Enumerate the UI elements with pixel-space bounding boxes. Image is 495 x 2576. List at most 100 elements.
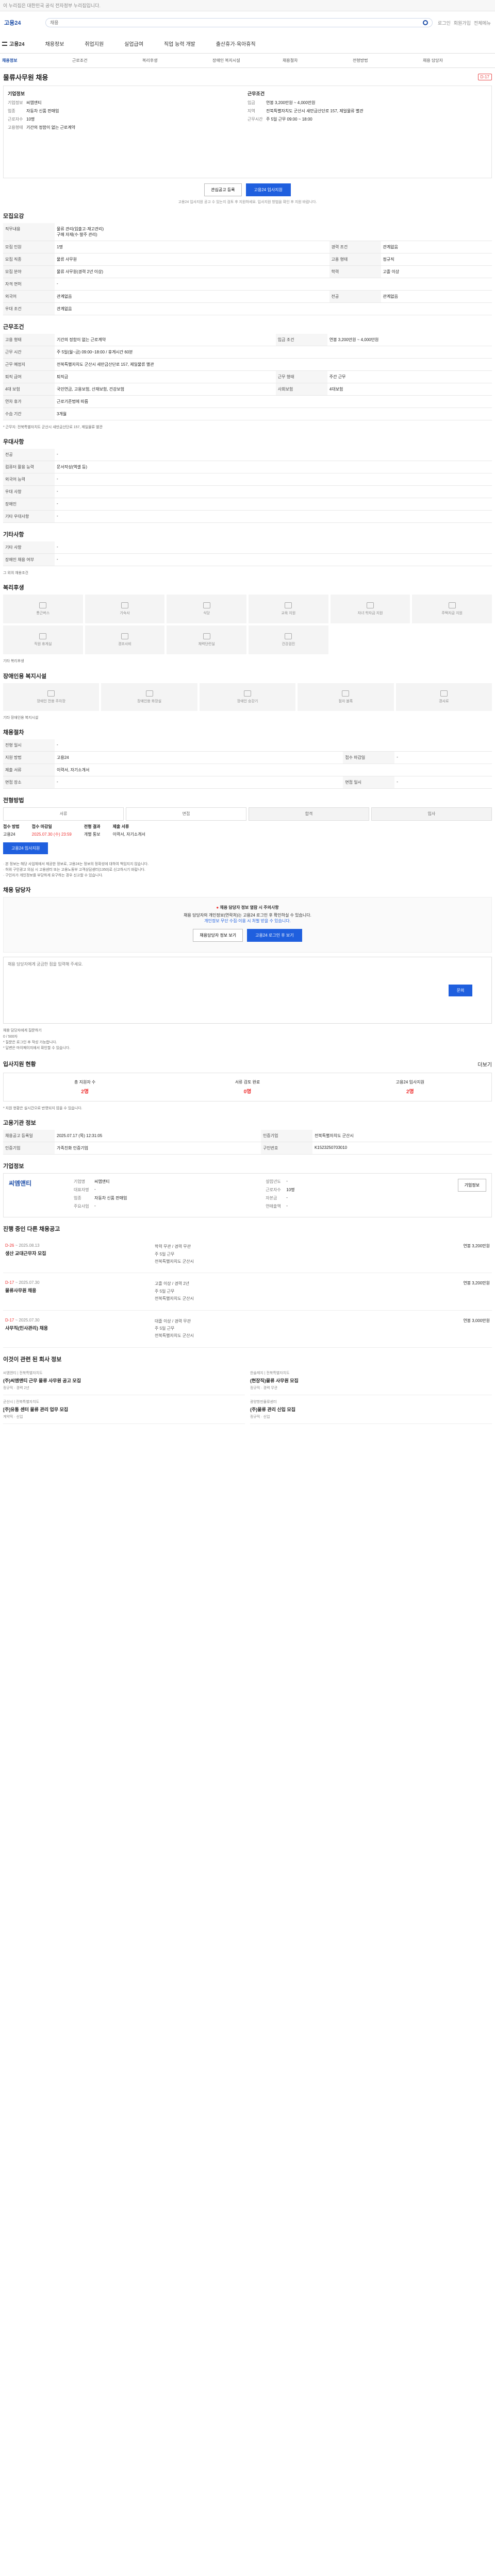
login-link[interactable]: 로그인 [438,20,451,26]
gnb-training[interactable]: 직업 능력 개발 [154,40,206,47]
pref-value: - [55,510,492,523]
apply-button-2[interactable]: 고용24 입사지원 [3,842,48,854]
menu-icon[interactable] [2,41,7,46]
question-send-button[interactable]: 문의 [448,984,473,996]
benefits-note: 기타 복리후생 [3,659,24,664]
tab-recruit[interactable]: 채용정보 [2,58,72,63]
job-title: 물류사무원 채용 [3,73,48,81]
disability-card: 장애인용 화장실 [101,683,197,711]
receipt-dates: 접수 방법 고용24 접수 마감일 2025.07.30 (수) 23:59 전형 … [3,824,492,837]
recruit-label: 모집 분야 [3,265,55,278]
tab-process[interactable]: 채용절차 [283,58,353,63]
disability-label: 경사로 [439,699,449,703]
gnb-leave[interactable]: 출산휴가·육아휴직 [206,40,266,47]
disability-label: 점자 블록 [338,699,353,703]
recruit-value: 관계없음 [55,290,329,303]
etc-row: 기타 사항 - [3,541,492,554]
question-input[interactable] [4,957,430,1024]
manager-info-button[interactable]: 채용담당자 정보 보기 [193,929,243,942]
proc-label: 면접 일시 [343,776,395,789]
benefit-card: 건강검진 [249,625,328,655]
gnb-support[interactable]: 취업지원 [74,40,114,47]
pref-label: 장애인 [3,498,55,511]
search-input[interactable] [50,20,420,25]
legal-bullets: · 본 정보는 해당 사업체에서 제공한 정보로, 고용24는 정보의 정확성에… [3,862,149,878]
proc-value: 이력서, 자기소개서 [55,764,492,776]
etc-value: - [55,541,492,554]
all-menu-link[interactable]: 전체메뉴 [474,20,491,26]
recruit-table: 직무내용 물류 관리(입출고·재고관리) 구매 자재(수·발주 관리) 모집 인원 1명… [3,223,492,315]
section-other-jobs: 진행 중인 다른 채용공고 [3,1226,60,1233]
search-icon[interactable] [422,20,428,25]
section-stats: 입사지원 현황 [3,1061,36,1068]
benefit-icon [39,633,47,640]
job-list-item[interactable]: D-17 ~ 2025.07.30 사무직(인사관리) 채용 대졸 이상 / 경력 … [3,1311,492,1348]
step-4: 입사 [371,807,492,821]
recruit-value: 정규직 [381,253,492,266]
pref-row: 기타 우대사항 - [3,510,492,523]
bookmark-button[interactable]: 관심공고 등록 [204,183,242,196]
benefit-label: 직원 휴게실 [34,642,52,647]
benefit-label: 체력단련실 [198,642,215,647]
info-value: K1523250703010 [312,1142,492,1155]
section-recruit: 모집요강 [3,213,24,219]
stats-more-link[interactable]: 더보기 [477,1060,492,1068]
manager-login-button[interactable]: 고용24 로그인 후 보기 [247,929,302,942]
benefit-card: 주택자금 지원 [412,595,492,624]
tab-manager[interactable]: 채용 담당자 [423,58,493,63]
job-title-bar: 물류사무원 채용 D-17 [3,68,492,86]
cond-value: 퇴직금 [55,370,276,383]
section-process: 채용절차 [3,729,24,736]
tab-conditions[interactable]: 근로조건 [72,58,142,63]
gnb-home[interactable]: 고용24 [2,40,35,47]
job-list-item[interactable]: D-17 ~ 2025.07.30 물류사무원 채용 고졸 이상 / 경력 2년 주 … [3,1273,492,1311]
search-box[interactable] [45,18,433,27]
step-1: 서류 [3,807,124,821]
benefit-icon [203,633,210,640]
info-row: 채용공고 등록일 2025.07.17 (목) 12:31:05 인증기업 전북특별자… [3,1130,492,1143]
benefit-label: 자녀 학자금 지원 [357,612,383,616]
job-list-item[interactable]: D-26 ~ 2025.08.13 생산 교대근무자 모집 학력 무관 / 경력 무… [3,1236,492,1274]
pref-label: 외국어 능력 [3,473,55,486]
step-2: 면접 [126,807,246,821]
gnb-jobs[interactable]: 채용정보 [35,40,75,47]
company-name: 씨엠앤티 [26,100,42,105]
benefit-card: 직원 휴게실 [3,625,83,655]
related-item[interactable]: 광양항만물류센터 (주)물류 관리 신입 모집 정규직 · 신입 [250,1395,492,1424]
benefits-grid: 통근버스 기숙사 식당 교육 지원 자녀 학자금 지원 주택자금 지원 직원 휴게실 경조사비… [3,595,492,655]
signup-link[interactable]: 회원가입 [454,20,471,26]
recruit-row: 우대 조건 관계없음 [3,302,492,315]
related-item[interactable]: 한솔제지 | 전북특별자치도 (현장직)물류 사무원 모집 정규직 · 경력 무관 [250,1366,492,1395]
cond-row: 4대 보험 국민연금, 고용보험, 산재보험, 건강보험 사회보험 4대보험 [3,383,492,396]
tab-method[interactable]: 전형방법 [353,58,423,63]
tab-benefits[interactable]: 복리후생 [142,58,212,63]
question-notes: 채용 담당자에게 질문하기 0 / 500자 * 질문은 로그인 후 작성 가능… [3,1029,71,1050]
gov-banner-text: 이 누리집은 대한민국 공식 전자정부 누리집입니다. [3,3,101,8]
pref-value: - [55,498,492,511]
section-company: 기업정보 [3,1163,24,1170]
info-table: 채용공고 등록일 2025.07.17 (목) 12:31:05 인증기업 전북특별자… [3,1130,492,1155]
recruit-row: 직무내용 물류 관리(입출고·재고관리) 구매 자재(수·발주 관리) [3,223,492,241]
stats-note: * 지원 현황은 실시간으로 반영되지 않을 수 있습니다. [3,1107,82,1111]
company-info-button[interactable]: 기업정보 [457,1179,487,1192]
pref-row: 전공 - [3,449,492,462]
info-label: 인증기업 [3,1142,55,1155]
proc-row: 면접 장소 - 면접 일시 - [3,776,492,789]
company-field: 기업명 씨엠앤티 [74,1179,110,1184]
tab-disability[interactable]: 장애인 복지시설 [212,58,283,63]
info-value: 가족친화 인증기업 [55,1142,261,1155]
apply-button[interactable]: 고용24 입사지원 [245,183,291,196]
site-logo[interactable]: 고용24 [4,19,40,27]
recruit-value: 관계없음 [381,241,492,253]
job-dday: D-17 [5,1280,14,1285]
gnb-unemployment[interactable]: 실업급여 [114,40,154,47]
benefit-label: 교육 지원 [281,612,296,616]
dday-badge: D-17 [477,73,492,80]
disability-label: 장애인용 화장실 [137,699,162,703]
etc-label: 장애인 채용 여부 [3,553,55,567]
cond-value: 근로기준법에 따름 [55,395,492,408]
related-item[interactable]: 씨엠앤티 | 전북특별자치도 (주)씨엠앤티 근무 물류 사무원 공고 모집 정규직… [3,1366,245,1395]
disability-label: 장애인 승강기 [237,699,258,703]
info-value: 전북특별자치도 군산시 [312,1130,492,1143]
related-item[interactable]: 군산시 | 전북특별자치도 [주]유통 센터 물류 관리 업무 모집 계약직 · 신… [3,1395,245,1424]
